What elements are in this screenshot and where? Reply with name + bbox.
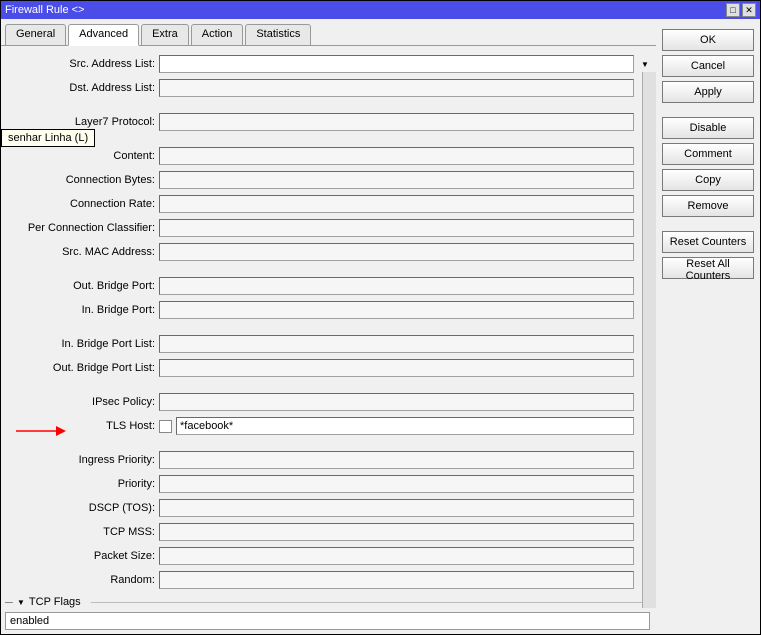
input-src-addr-list[interactable] <box>159 55 634 73</box>
input-random[interactable] <box>159 571 634 589</box>
tab-content: Src. Address List: ▼ Dst. Address List: … <box>1 45 656 634</box>
reset-counters-button[interactable]: Reset Counters <box>662 231 754 253</box>
label-priority: Priority: <box>5 478 155 490</box>
label-ipsec-policy: IPsec Policy: <box>5 396 155 408</box>
divider <box>91 602 652 603</box>
label-src-addr-list: Src. Address List: <box>5 58 155 70</box>
input-conn-bytes[interactable] <box>159 171 634 189</box>
input-in-bridge-list[interactable] <box>159 335 634 353</box>
ok-button[interactable]: OK <box>662 29 754 51</box>
tab-general[interactable]: General <box>5 24 66 46</box>
firewall-rule-window: Firewall Rule <> □ ✕ senhar Linha (L) Ge… <box>0 0 761 635</box>
label-tcp-mss: TCP MSS: <box>5 526 155 538</box>
label-random: Random: <box>5 574 155 586</box>
form-rows: Src. Address List: ▼ Dst. Address List: … <box>5 52 652 632</box>
row-conn-bytes: Connection Bytes: ▼ <box>5 168 652 192</box>
label-conn-bytes: Connection Bytes: <box>5 174 155 186</box>
titlebar: Firewall Rule <> □ ✕ <box>1 1 760 19</box>
main-panel: General Advanced Extra Action Statistics… <box>1 19 656 634</box>
tab-advanced[interactable]: Advanced <box>68 24 139 46</box>
row-tcp-mss: TCP MSS: ▼ <box>5 520 652 544</box>
row-src-mac: Src. MAC Address: ▼ <box>5 240 652 264</box>
row-src-addr-list: Src. Address List: ▼ <box>5 52 652 76</box>
label-per-conn-class: Per Connection Classifier: <box>5 222 155 234</box>
row-in-bridge-list: In. Bridge Port List: ▼ <box>5 332 652 356</box>
dropdown-icon[interactable]: ▼ <box>638 57 652 71</box>
titlebar-buttons: □ ✕ <box>726 3 756 17</box>
input-per-conn-class[interactable] <box>159 219 634 237</box>
minimize-button[interactable]: □ <box>726 3 740 17</box>
section-label: TCP Flags <box>29 596 81 608</box>
input-dscp[interactable] <box>159 499 634 517</box>
input-out-bridge[interactable] <box>159 277 634 295</box>
label-ingress-priority: Ingress Priority: <box>5 454 155 466</box>
tab-extra[interactable]: Extra <box>141 24 189 46</box>
input-ingress-priority[interactable] <box>159 451 634 469</box>
status-text: enabled <box>10 615 49 627</box>
label-conn-rate: Connection Rate: <box>5 198 155 210</box>
row-priority: Priority: ▼ <box>5 472 652 496</box>
cancel-button[interactable]: Cancel <box>662 55 754 77</box>
copy-button[interactable]: Copy <box>662 169 754 191</box>
button-panel: OK Cancel Apply Disable Comment Copy Rem… <box>656 19 760 634</box>
input-content[interactable] <box>159 147 634 165</box>
label-packet-size: Packet Size: <box>5 550 155 562</box>
row-out-bridge: Out. Bridge Port: ▼ <box>5 274 652 298</box>
label-out-bridge-list: Out. Bridge Port List: <box>5 362 155 374</box>
row-dst-addr-list: Dst. Address List: ▼ <box>5 76 652 100</box>
row-per-conn-class: Per Connection Classifier: ▼ <box>5 216 652 240</box>
tab-bar: General Advanced Extra Action Statistics <box>1 23 656 45</box>
scrollbar[interactable] <box>642 72 656 608</box>
input-conn-rate[interactable] <box>159 195 634 213</box>
tooltip: senhar Linha (L) <box>1 129 95 147</box>
annotation-arrow-icon <box>16 424 66 438</box>
label-content: Content: <box>5 150 155 162</box>
tab-statistics[interactable]: Statistics <box>245 24 311 46</box>
label-in-bridge: In. Bridge Port: <box>5 304 155 316</box>
label-layer7: Layer7 Protocol: <box>5 116 155 128</box>
row-random: Random: ▼ <box>5 568 652 592</box>
window-title: Firewall Rule <> <box>5 4 84 16</box>
input-ipsec-policy[interactable] <box>159 393 634 411</box>
row-ipsec-policy: IPsec Policy: ▼ <box>5 390 652 414</box>
disable-button[interactable]: Disable <box>662 117 754 139</box>
input-dst-addr-list[interactable] <box>159 79 634 97</box>
chevron-down-icon: ▼ <box>17 598 25 607</box>
row-conn-rate: Connection Rate: ▼ <box>5 192 652 216</box>
input-in-bridge[interactable] <box>159 301 634 319</box>
content-area: General Advanced Extra Action Statistics… <box>1 19 760 634</box>
reset-all-counters-button[interactable]: Reset All Counters <box>662 257 754 279</box>
input-src-mac[interactable] <box>159 243 634 261</box>
row-layer7: Layer7 Protocol: ▼ <box>5 110 652 134</box>
apply-button[interactable]: Apply <box>662 81 754 103</box>
row-ingress-priority: Ingress Priority: ▼ <box>5 448 652 472</box>
row-out-bridge-list: Out. Bridge Port List: ▼ <box>5 356 652 380</box>
row-tls-host: TLS Host: ▲ <box>5 414 652 438</box>
input-packet-size[interactable] <box>159 547 634 565</box>
invert-checkbox[interactable] <box>159 420 172 433</box>
row-packet-size: Packet Size: ▼ <box>5 544 652 568</box>
comment-button[interactable]: Comment <box>662 143 754 165</box>
section-tcp-flags[interactable]: ▼ TCP Flags <box>5 592 652 612</box>
label-dscp: DSCP (TOS): <box>5 502 155 514</box>
input-priority[interactable] <box>159 475 634 493</box>
row-in-bridge: In. Bridge Port: ▼ <box>5 298 652 322</box>
status-bar: enabled <box>5 612 650 630</box>
row-dscp: DSCP (TOS): ▼ <box>5 496 652 520</box>
label-out-bridge: Out. Bridge Port: <box>5 280 155 292</box>
tab-action[interactable]: Action <box>191 24 244 46</box>
remove-button[interactable]: Remove <box>662 195 754 217</box>
row-content: Content: ▼ <box>5 144 652 168</box>
dash-icon <box>5 602 13 603</box>
close-button[interactable]: ✕ <box>742 3 756 17</box>
input-tls-host[interactable] <box>176 417 634 435</box>
label-dst-addr-list: Dst. Address List: <box>5 82 155 94</box>
input-tcp-mss[interactable] <box>159 523 634 541</box>
input-out-bridge-list[interactable] <box>159 359 634 377</box>
label-in-bridge-list: In. Bridge Port List: <box>5 338 155 350</box>
input-layer7[interactable] <box>159 113 634 131</box>
label-src-mac: Src. MAC Address: <box>5 246 155 258</box>
